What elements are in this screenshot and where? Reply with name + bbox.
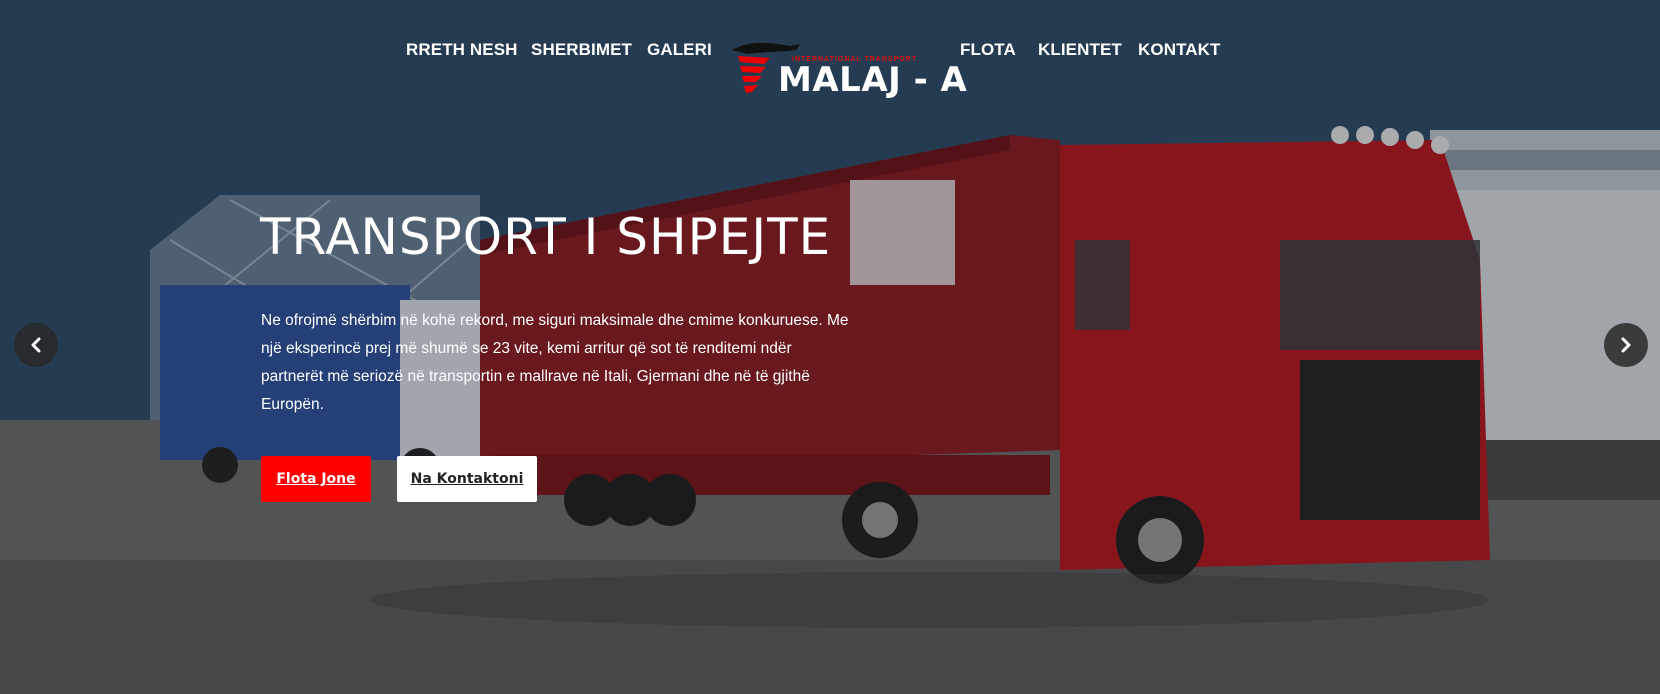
nav-link-rreth-nesh[interactable]: RRETH NESH <box>406 40 518 60</box>
logo-wordmark: MALAJ - A <box>778 60 968 100</box>
slider-next-button[interactable] <box>1604 323 1648 367</box>
nav-link-galeri[interactable]: GALERI <box>647 40 712 60</box>
main-navigation: RRETH NESH SHERBIMET GALERI INTERNATIONA… <box>0 0 1660 100</box>
hero-description: Ne ofrojmë shërbim në kohë rekord, me si… <box>261 312 849 413</box>
slider-prev-button[interactable] <box>14 323 58 367</box>
nav-link-sherbimet[interactable]: SHERBIMET <box>531 40 632 60</box>
contact-button[interactable]: Na Kontaktoni <box>397 456 537 502</box>
nav-link-klientet[interactable]: KLIENTET <box>1038 40 1122 60</box>
fleet-button[interactable]: Flota Jone <box>261 456 371 502</box>
chevron-left-icon <box>31 337 41 353</box>
hero-headline: TRANSPORT I SHPEJTE <box>260 208 832 266</box>
nav-link-flota[interactable]: FLOTA <box>960 40 1016 60</box>
site-logo[interactable]: INTERNATIONAL TRANSPORT MALAJ - A <box>730 40 967 100</box>
chevron-right-icon <box>1621 337 1631 353</box>
hero-slider: RRETH NESH SHERBIMET GALERI INTERNATIONA… <box>0 0 1660 694</box>
nav-link-kontakt[interactable]: KONTAKT <box>1138 40 1221 60</box>
